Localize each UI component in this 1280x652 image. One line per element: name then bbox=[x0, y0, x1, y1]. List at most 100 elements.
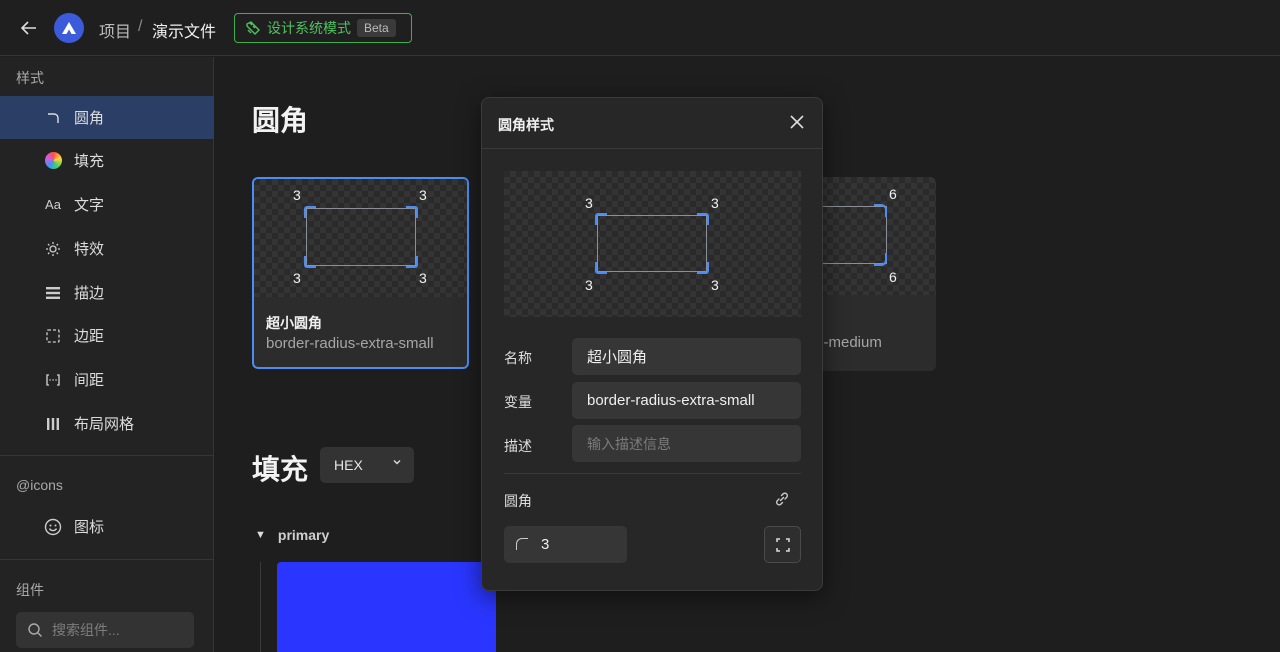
sidebar-item-radius[interactable]: 圆角 bbox=[0, 96, 214, 139]
corner-radius-icon bbox=[516, 538, 528, 550]
radius-style-dialog: 圆角样式 3 3 3 3 名称 超小圆角 变量 border-radius-ex… bbox=[481, 97, 823, 591]
sidebar-item-label: 描边 bbox=[74, 285, 105, 302]
sidebar-item-label: 文字 bbox=[74, 197, 105, 214]
sidebar-item-icons[interactable]: 图标 bbox=[0, 505, 214, 548]
sidebar-item-label: 间距 bbox=[74, 372, 105, 389]
back-arrow-icon[interactable] bbox=[18, 17, 40, 39]
sidebar-item-label: 填充 bbox=[74, 153, 105, 170]
breadcrumb-separator: / bbox=[138, 18, 143, 35]
name-field[interactable]: 超小圆角 bbox=[572, 338, 801, 375]
styles-section-title: 样式 bbox=[16, 70, 44, 86]
corner-marker bbox=[406, 206, 418, 218]
corner-value: 3 bbox=[419, 187, 427, 203]
individual-corners-button[interactable] bbox=[764, 526, 801, 563]
sidebar-divider bbox=[0, 559, 214, 560]
sun-effect-icon bbox=[44, 240, 62, 258]
sidebar-divider bbox=[0, 455, 214, 456]
corner-marker bbox=[595, 213, 607, 225]
corner-value: 3 bbox=[293, 270, 301, 286]
dialog-divider bbox=[504, 473, 801, 474]
icons-section-title: @icons bbox=[16, 477, 63, 493]
radius-heading: 圆角 bbox=[252, 105, 309, 136]
components-section-title: 组件 bbox=[16, 582, 44, 598]
beta-badge: Beta bbox=[357, 19, 396, 37]
corner-marker bbox=[304, 256, 316, 268]
sidebar-item-layout-grid[interactable]: 布局网格 bbox=[0, 402, 214, 445]
corner-value: 3 bbox=[711, 195, 719, 211]
variable-label: 变量 bbox=[504, 394, 532, 410]
description-label: 描述 bbox=[504, 438, 532, 454]
typography-icon: Aa bbox=[45, 197, 61, 212]
sidebar-item-label: 圆角 bbox=[74, 110, 105, 127]
smiley-icon bbox=[44, 518, 62, 536]
design-system-mode-label: 设计系统模式 bbox=[267, 20, 351, 36]
sidebar: 样式 圆角 填充 Aa 文字 特效 描边 边距 间距 布局网格 @icons 图… bbox=[0, 57, 214, 652]
variable-field[interactable]: border-radius-extra-small bbox=[572, 382, 801, 419]
corner-radius-icon bbox=[44, 109, 62, 127]
sidebar-item-stroke[interactable]: 描边 bbox=[0, 271, 214, 314]
corner-value: 6 bbox=[889, 269, 897, 285]
spacing-icon bbox=[44, 371, 62, 389]
primary-color-swatch[interactable] bbox=[277, 562, 496, 652]
radius-large-preview: 3 3 3 3 bbox=[504, 171, 801, 317]
corner-marker bbox=[874, 253, 887, 266]
dialog-divider bbox=[482, 148, 822, 149]
corner-marker bbox=[697, 213, 709, 225]
card-name: 超小圆角 bbox=[266, 315, 322, 331]
group-guide-line bbox=[260, 562, 261, 652]
top-bar: 项目 / 演示文件 设计系统模式 Beta bbox=[0, 0, 1280, 56]
chevron-down-icon bbox=[392, 456, 402, 470]
caret-down-icon: ▼ bbox=[255, 529, 266, 541]
expand-corners-icon bbox=[775, 537, 790, 552]
radius-preview-box bbox=[597, 215, 707, 272]
card-variable: border-radius-extra-small bbox=[266, 335, 434, 352]
dialog-title: 圆角样式 bbox=[498, 117, 554, 133]
fill-heading: 填充 bbox=[252, 454, 309, 485]
sidebar-item-label: 边距 bbox=[74, 328, 105, 345]
corner-value: 3 bbox=[293, 187, 301, 203]
checker-preview: 3 3 3 3 bbox=[254, 179, 467, 297]
breadcrumb-file[interactable]: 演示文件 bbox=[152, 18, 216, 42]
corner-value: 3 bbox=[419, 270, 427, 286]
breadcrumb-project[interactable]: 项目 bbox=[99, 18, 131, 42]
card-variable: s-medium bbox=[816, 334, 882, 351]
corner-value: 6 bbox=[889, 186, 897, 202]
color-group-primary[interactable]: ▼ primary bbox=[255, 527, 329, 543]
link-icon[interactable] bbox=[773, 490, 791, 508]
description-field[interactable]: 输入描述信息 bbox=[572, 425, 801, 462]
design-system-mode-button[interactable]: 设计系统模式 Beta bbox=[234, 13, 412, 43]
sidebar-item-label: 特效 bbox=[74, 241, 105, 258]
radius-value-input[interactable]: 3 bbox=[504, 526, 627, 563]
sidebar-item-label: 图标 bbox=[74, 519, 105, 536]
name-label: 名称 bbox=[504, 350, 532, 366]
component-search-input[interactable]: 搜索组件... bbox=[16, 612, 194, 648]
radius-card-extra-small[interactable]: 3 3 3 3 超小圆角 border-radius-extra-small bbox=[252, 177, 469, 369]
sidebar-item-text[interactable]: Aa 文字 bbox=[0, 183, 214, 226]
design-system-icon bbox=[246, 21, 260, 35]
color-wheel-icon bbox=[44, 152, 62, 170]
close-icon[interactable] bbox=[788, 113, 806, 131]
padding-icon bbox=[44, 327, 62, 345]
color-format-select[interactable]: HEX bbox=[320, 447, 414, 483]
app-logo-icon[interactable] bbox=[54, 13, 84, 43]
corner-marker bbox=[874, 204, 887, 217]
radius-value: 3 bbox=[541, 536, 550, 553]
layout-grid-icon bbox=[44, 415, 62, 433]
corner-value: 3 bbox=[585, 277, 593, 293]
corner-value: 3 bbox=[711, 277, 719, 293]
sidebar-item-label: 布局网格 bbox=[74, 416, 135, 433]
sidebar-item-effects[interactable]: 特效 bbox=[0, 227, 214, 270]
color-group-label: primary bbox=[277, 527, 330, 543]
sidebar-item-fill[interactable]: 填充 bbox=[0, 139, 214, 182]
stroke-icon bbox=[44, 284, 62, 302]
sidebar-item-padding[interactable]: 边距 bbox=[0, 314, 214, 357]
search-placeholder: 搜索组件... bbox=[52, 622, 120, 638]
corner-value: 3 bbox=[585, 195, 593, 211]
radius-preview-box bbox=[306, 208, 416, 266]
corner-marker bbox=[595, 262, 607, 274]
radius-section-label: 圆角 bbox=[504, 493, 532, 509]
sidebar-item-spacing[interactable]: 间距 bbox=[0, 358, 214, 401]
color-format-value: HEX bbox=[334, 457, 363, 473]
search-icon bbox=[27, 622, 43, 641]
corner-marker bbox=[304, 206, 316, 218]
